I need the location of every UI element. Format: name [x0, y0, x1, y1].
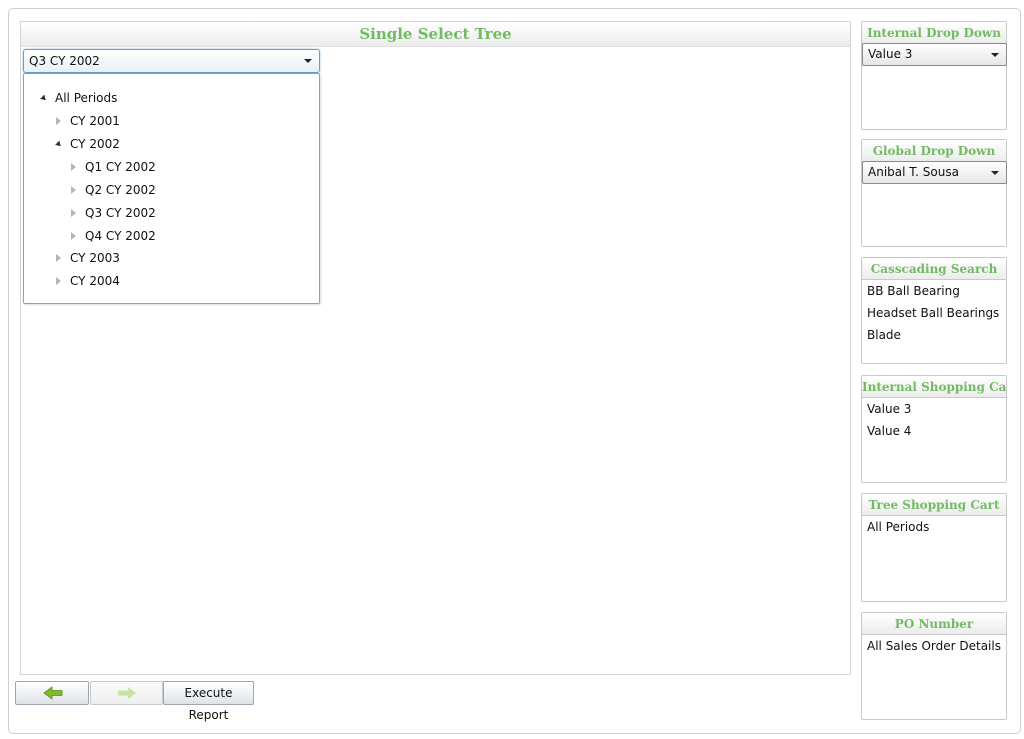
collapsed-icon[interactable]: [56, 117, 61, 125]
chevron-down-icon[interactable]: [991, 171, 999, 175]
po-number-title: PO Number: [862, 613, 1006, 635]
list-item[interactable]: Blade: [862, 324, 1006, 346]
internal-shopping-cart-panel: Internal Shopping Cart Value 3 Value 4: [861, 375, 1007, 483]
collapsed-icon[interactable]: [71, 163, 76, 171]
tree-shopping-cart-panel: Tree Shopping Cart All Periods: [861, 493, 1007, 602]
chevron-down-icon[interactable]: [304, 59, 312, 63]
collapsed-icon[interactable]: [56, 254, 61, 262]
cascading-search-panel: Casscading Search BB Ball Bearing Headse…: [861, 257, 1007, 364]
collapsed-icon[interactable]: [71, 209, 76, 217]
global-drop-down-title: Global Drop Down: [862, 140, 1006, 162]
tree-node-label: Q1 CY 2002: [85, 160, 156, 174]
internal-shopping-cart-title: Internal Shopping Cart: [862, 376, 1006, 398]
tree-node-label: CY 2003: [70, 251, 120, 265]
list-item[interactable]: All Periods: [862, 516, 1006, 538]
list-item[interactable]: Value 4: [862, 420, 1006, 442]
po-number-panel: PO Number All Sales Order Details: [861, 612, 1007, 720]
cascading-search-title: Casscading Search: [862, 258, 1006, 280]
list-item[interactable]: Value 3: [862, 398, 1006, 420]
back-button[interactable]: [15, 681, 89, 705]
execute-report-button[interactable]: Execute Report: [163, 681, 254, 722]
tree-node-label: Q4 CY 2002: [85, 229, 156, 243]
collapsed-icon[interactable]: [71, 232, 76, 240]
tree-node-label: Q2 CY 2002: [85, 183, 156, 197]
collapsed-icon[interactable]: [56, 277, 61, 285]
global-drop-down-panel: Global Drop Down Anibal T. Sousa: [861, 139, 1007, 247]
global-drop-down-select[interactable]: Anibal T. Sousa: [862, 161, 1007, 184]
tree-node-label: All Periods: [55, 91, 118, 105]
chevron-down-icon[interactable]: [991, 53, 999, 57]
tree-node-label: CY 2004: [70, 274, 120, 288]
internal-drop-down-select[interactable]: Value 3: [862, 43, 1007, 66]
forward-button[interactable]: [90, 681, 163, 705]
panel-title: Single Select Tree: [21, 22, 850, 47]
internal-drop-down-title: Internal Drop Down: [862, 22, 1006, 44]
list-item[interactable]: BB Ball Bearing: [862, 280, 1006, 302]
tree-node-label: CY 2001: [70, 114, 120, 128]
arrow-left-icon: [43, 686, 63, 700]
tree-node-label: Q3 CY 2002: [85, 206, 156, 220]
collapsed-icon[interactable]: [71, 186, 76, 194]
expanded-icon[interactable]: [40, 94, 48, 103]
expanded-icon[interactable]: [55, 140, 63, 149]
arrow-right-icon: [118, 687, 136, 699]
list-item[interactable]: Headset Ball Bearings: [862, 302, 1006, 324]
list-item[interactable]: All Sales Order Details: [862, 635, 1006, 657]
tree-shopping-cart-title: Tree Shopping Cart: [862, 494, 1006, 516]
internal-drop-down-value: Value 3: [868, 47, 913, 61]
tree-dropdown: All Periods CY 2001 CY 2002 Q1 CY 2002 Q…: [23, 73, 320, 304]
execute-report-label: Execute Report: [184, 686, 233, 722]
period-combobox-value: Q3 CY 2002: [29, 54, 100, 68]
internal-drop-down-panel: Internal Drop Down Value 3: [861, 21, 1007, 130]
period-combobox[interactable]: Q3 CY 2002: [23, 49, 320, 73]
tree-node-label: CY 2002: [70, 137, 120, 151]
global-drop-down-value: Anibal T. Sousa: [868, 165, 959, 179]
